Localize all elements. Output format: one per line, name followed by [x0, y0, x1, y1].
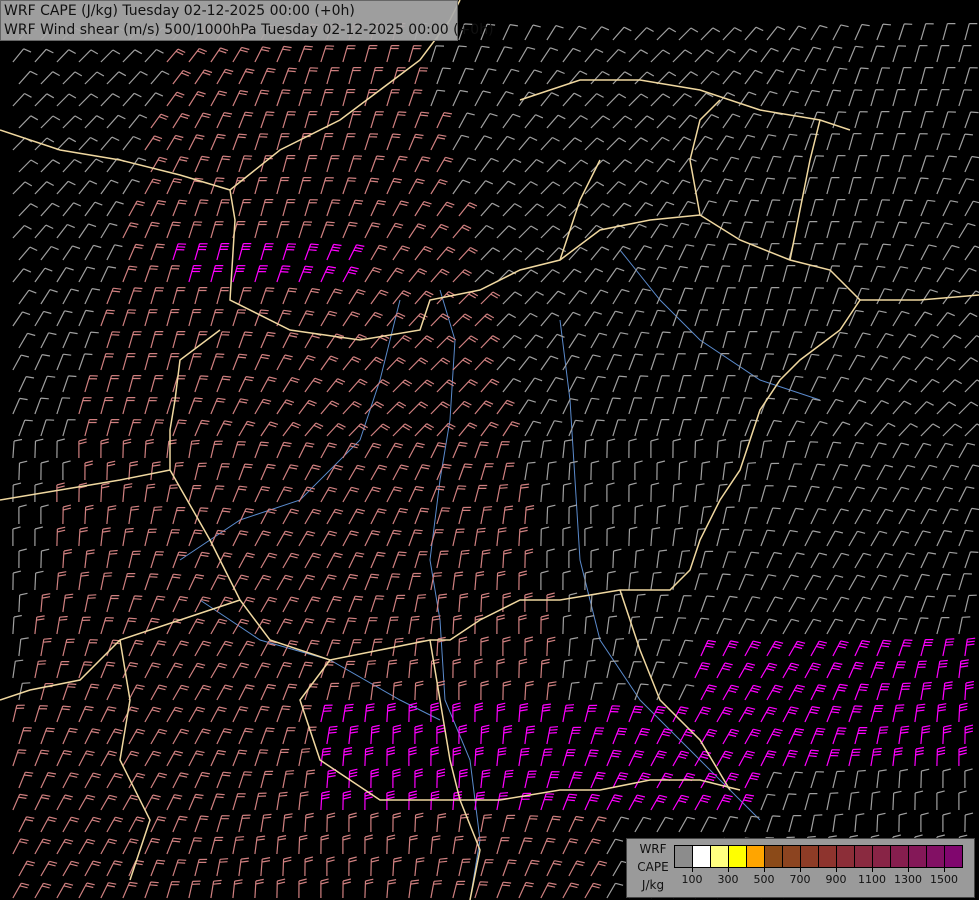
legend-color-cell: [819, 846, 837, 867]
legend-color-cell: [729, 846, 747, 867]
legend-tick-label: 300: [717, 873, 739, 886]
legend-color-cell: [909, 846, 927, 867]
legend-tick: [836, 867, 837, 872]
legend-label-units: J/kg: [641, 878, 665, 892]
legend-color-cell: [837, 846, 855, 867]
map-title-box: WRF CAPE (J/kg) Tuesday 02-12-2025 00:00…: [0, 0, 494, 41]
legend-tick-label: 700: [789, 873, 811, 886]
legend-color-cell: [693, 846, 711, 867]
legend-color-cell: [801, 846, 819, 867]
legend-color-cell: [891, 846, 909, 867]
legend-color-cell: [945, 846, 962, 867]
legend-color-cell: [873, 846, 891, 867]
legend-label-model: WRF: [639, 842, 667, 856]
wind-shear-title: WRF Wind shear (m/s) 500/1000hPa Tuesday…: [4, 22, 494, 38]
legend-color-cell: [855, 846, 873, 867]
legend-tick: [800, 867, 801, 872]
legend-color-cell: [711, 846, 729, 867]
legend-tick: [944, 867, 945, 872]
legend-color-cell: [783, 846, 801, 867]
legend-tick-label: 100: [681, 873, 703, 886]
legend-tick: [908, 867, 909, 872]
legend-tick: [692, 867, 693, 872]
legend-tick-label: 1100: [858, 873, 886, 886]
legend-tick-label: 500: [753, 873, 775, 886]
legend-color-bar: [674, 845, 963, 868]
legend-tick: [872, 867, 873, 872]
legend-color-cell: [927, 846, 945, 867]
legend-color-cell: [747, 846, 765, 867]
legend-tick-label: 1500: [930, 873, 958, 886]
cape-title: WRF CAPE (J/kg) Tuesday 02-12-2025 00:00…: [4, 3, 355, 19]
legend-tick-label: 1300: [894, 873, 922, 886]
cape-legend: WRF CAPE J/kg 100 300 500 700 900 1100 1300 150…: [626, 838, 975, 898]
legend-tick: [728, 867, 729, 872]
legend-label-variable: CAPE: [637, 860, 669, 874]
weather-map: [0, 0, 979, 900]
legend-tick: [764, 867, 765, 872]
legend-color-cell: [765, 846, 783, 867]
legend-tick-label: 900: [825, 873, 847, 886]
legend-color-cell: [675, 846, 693, 867]
